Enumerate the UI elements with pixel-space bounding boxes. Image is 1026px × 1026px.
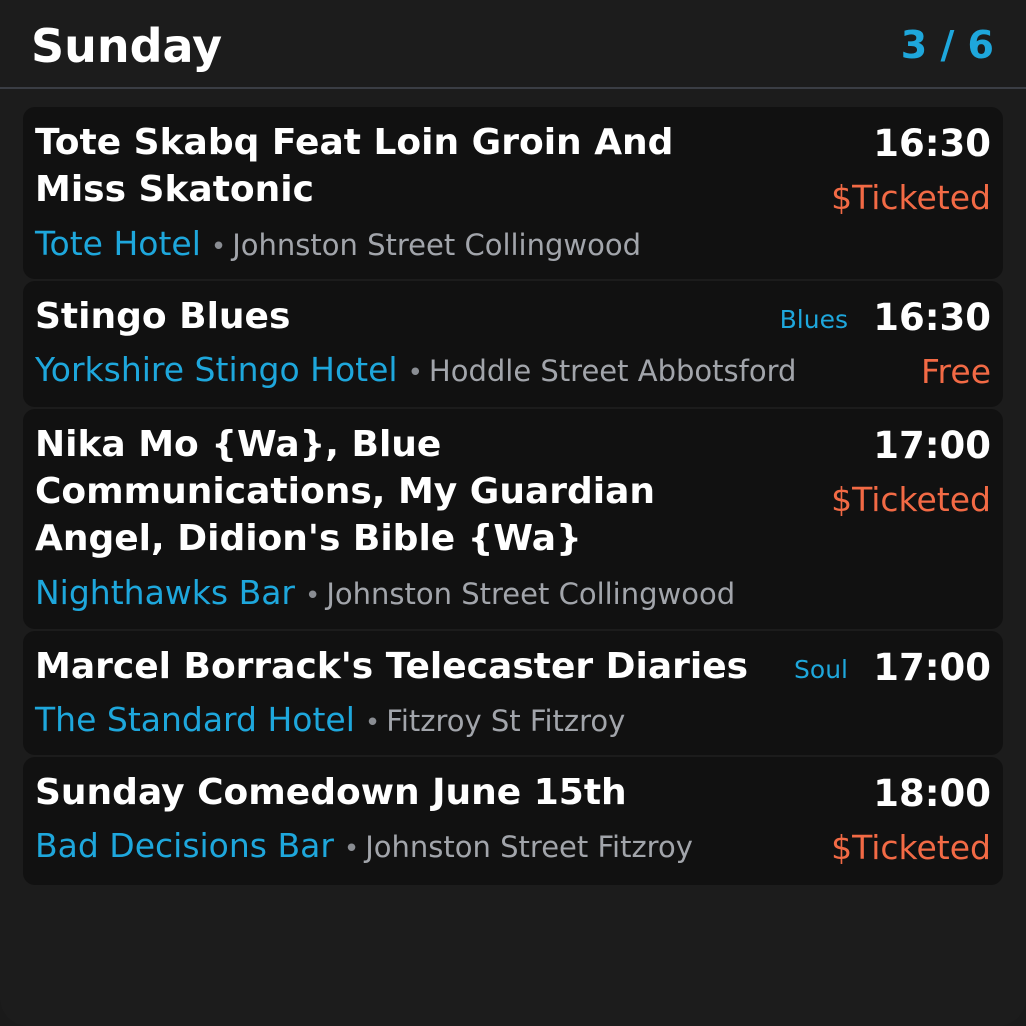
event-venue-line: Tote Hotel • Johnston Street Collingwood: [35, 223, 641, 268]
event-address: Hoddle Street Abbotsford: [428, 354, 797, 388]
event-time: 16:30: [873, 296, 991, 339]
separator-dot: •: [343, 834, 360, 864]
event-time: 16:30: [873, 122, 991, 165]
event-time: 17:00: [873, 646, 991, 689]
page-indicator: 3 / 6: [900, 23, 994, 67]
event-address: Johnston Street Fitzroy: [365, 830, 693, 864]
event-venue-line: The Standard Hotel • Fitzroy St Fitzroy: [35, 699, 625, 744]
event-price: $Ticketed: [831, 828, 991, 867]
event-title: Nika Mo {Wa}, Blue Communications, My Gu…: [35, 424, 656, 559]
event-price: Free: [920, 352, 991, 391]
event-genre: Soul: [794, 655, 848, 684]
event-title: Stingo Blues: [35, 296, 291, 337]
event-time: 18:00: [873, 772, 991, 815]
event-price: $Ticketed: [831, 178, 991, 217]
separator-dot: •: [407, 358, 423, 388]
event-card[interactable]: Stingo Blues Blues 16:30 Free Yorkshire …: [23, 281, 1003, 407]
event-venue-line: Nighthawks Bar • Johnston Street Collingwo…: [35, 572, 735, 617]
event-address: Johnston Street Collingwood: [326, 577, 736, 611]
event-card[interactable]: Marcel Borrack's Telecaster Diaries Soul…: [23, 631, 1003, 755]
event-list: Tote Skabq Feat Loin Groin And Miss Skat…: [23, 107, 1003, 887]
event-card[interactable]: Sunday Comedown June 15th 18:00 $Tickete…: [23, 757, 1003, 885]
event-venue[interactable]: The Standard Hotel: [35, 700, 355, 739]
event-card[interactable]: Nika Mo {Wa}, Blue Communications, My Gu…: [23, 409, 1003, 629]
event-venue-line: Yorkshire Stingo Hotel • Hoddle Street Abb…: [35, 349, 796, 394]
day-title: Sunday: [31, 19, 223, 73]
event-title: Tote Skabq Feat Loin Groin And Miss Skat…: [35, 122, 674, 210]
event-price: $Ticketed: [831, 480, 991, 519]
event-venue[interactable]: Bad Decisions Bar: [35, 826, 334, 865]
gig-guide-screen: Sunday 3 / 6 Tote Skabq Feat Loin Groin …: [0, 0, 1026, 1026]
event-genre: Blues: [779, 305, 848, 334]
event-title: Sunday Comedown June 15th: [35, 772, 627, 813]
separator-dot: •: [305, 581, 321, 611]
header-bar: Sunday 3 / 6: [0, 0, 1026, 89]
event-title: Marcel Borrack's Telecaster Diaries: [35, 646, 749, 687]
event-venue[interactable]: Nighthawks Bar: [35, 573, 295, 612]
event-address: Fitzroy St Fitzroy: [386, 704, 626, 738]
event-card[interactable]: Tote Skabq Feat Loin Groin And Miss Skat…: [23, 107, 1003, 279]
separator-dot: •: [364, 708, 381, 738]
event-venue-line: Bad Decisions Bar • Johnston Street Fitzro…: [35, 825, 693, 870]
event-address: Johnston Street Collingwood: [232, 228, 642, 262]
event-time: 17:00: [873, 424, 991, 467]
separator-dot: •: [210, 232, 227, 262]
event-venue[interactable]: Tote Hotel: [35, 224, 201, 263]
event-venue[interactable]: Yorkshire Stingo Hotel: [35, 350, 398, 389]
